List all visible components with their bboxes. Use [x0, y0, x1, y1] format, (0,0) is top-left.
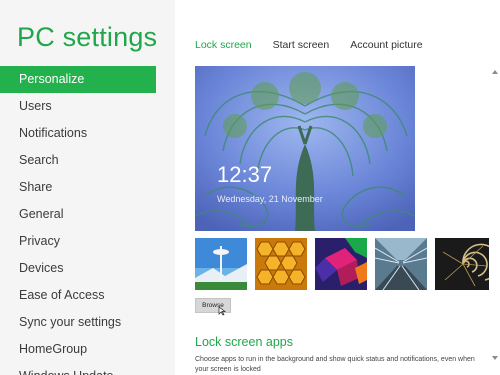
app-title: PC settings	[17, 22, 158, 52]
nautilus-shell-image	[435, 238, 489, 290]
sidebar-item-windows-update[interactable]: Windows Update	[0, 363, 175, 375]
sidebar-item-sync-your-settings[interactable]: Sync your settings	[0, 309, 175, 336]
tab-start-screen[interactable]: Start screen	[273, 39, 330, 51]
sidebar-item-share[interactable]: Share	[0, 174, 175, 201]
tab-account-picture[interactable]: Account picture	[350, 39, 422, 51]
mouse-cursor-icon	[218, 306, 227, 316]
wallpaper-thumbnails	[195, 238, 489, 290]
scroll-down-icon[interactable]	[492, 356, 498, 360]
personalize-tabs: Lock screen Start screen Account picture	[195, 39, 423, 51]
sidebar-item-privacy[interactable]: Privacy	[0, 228, 175, 255]
sidebar-item-personalize[interactable]: Personalize	[0, 66, 156, 93]
lock-screen-apps-title: Lock screen apps	[195, 335, 293, 349]
sidebar-nav: Personalize Users Notifications Search S…	[0, 66, 175, 375]
sidebar-item-notifications[interactable]: Notifications	[0, 120, 175, 147]
thumbnail-space-needle[interactable]	[195, 238, 247, 290]
abstract-cubes-image	[315, 238, 367, 290]
lock-screen-preview: 12:37 Wednesday, 21 November	[195, 66, 415, 231]
thumbnail-honeycomb[interactable]	[255, 238, 307, 290]
thumbnail-nautilus-shell[interactable]	[435, 238, 489, 290]
tab-lock-screen[interactable]: Lock screen	[195, 39, 252, 51]
honeycomb-image	[255, 238, 307, 290]
sidebar-item-homegroup[interactable]: HomeGroup	[0, 336, 175, 363]
scroll-up-icon[interactable]	[492, 70, 498, 74]
lock-screen-apps-description: Choose apps to run in the background and…	[195, 356, 475, 373]
sidebar-item-ease-of-access[interactable]: Ease of Access	[0, 282, 175, 309]
tree-wallpaper-image	[195, 66, 415, 231]
sidebar-item-devices[interactable]: Devices	[0, 255, 175, 282]
train-tunnel-image	[375, 238, 427, 290]
lock-preview-date: Wednesday, 21 November	[217, 194, 323, 204]
sidebar: PC settings Personalize Users Notificati…	[0, 0, 175, 375]
vertical-scrollbar[interactable]	[490, 64, 500, 375]
sidebar-item-search[interactable]: Search	[0, 147, 175, 174]
lock-preview-time: 12:37	[217, 162, 273, 187]
sidebar-item-general[interactable]: General	[0, 201, 175, 228]
thumbnail-abstract-cubes[interactable]	[315, 238, 367, 290]
space-needle-image	[195, 238, 247, 290]
sidebar-item-users[interactable]: Users	[0, 93, 175, 120]
thumbnail-train-tunnel[interactable]	[375, 238, 427, 290]
